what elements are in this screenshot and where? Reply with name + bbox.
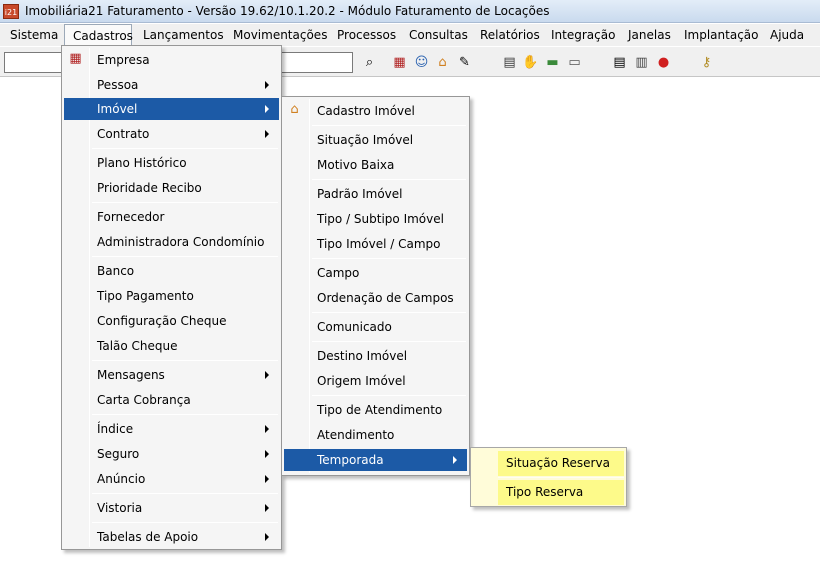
menu-item-administradora-condominio[interactable]: Administradora Condomínio: [64, 231, 279, 253]
printer-icon[interactable]: ▤: [501, 54, 518, 71]
search-input-secondary[interactable]: [278, 52, 353, 73]
menu-item-anuncio[interactable]: Anúncio: [64, 468, 279, 490]
menu-sistema[interactable]: Sistema: [10, 28, 58, 44]
menu-separator: [312, 312, 466, 313]
menu-separator: [312, 179, 466, 180]
chevron-right-icon: [265, 504, 269, 512]
home-icon[interactable]: ⌂: [434, 54, 451, 71]
card-icon[interactable]: ▭: [566, 54, 583, 71]
agenda-icon[interactable]: ▥: [633, 54, 650, 71]
cash-icon[interactable]: ▬: [544, 54, 561, 71]
edit-icon[interactable]: ✎: [456, 54, 473, 71]
menu-processos[interactable]: Processos: [337, 28, 396, 44]
app-icon: i21: [3, 4, 19, 19]
menu-item-imovel[interactable]: Imóvel: [64, 98, 279, 120]
menu-item-situacao-imovel[interactable]: Situação Imóvel: [284, 129, 467, 151]
menu-separator: [312, 258, 466, 259]
menu-item-talao-cheque[interactable]: Talão Cheque: [64, 335, 279, 357]
menu-item-tipo-imovel-campo[interactable]: Tipo Imóvel / Campo: [284, 233, 467, 255]
menu-item-empresa[interactable]: Empresa: [64, 49, 279, 71]
menu-item-destino-imovel[interactable]: Destino Imóvel: [284, 345, 467, 367]
menu-item-mensagens[interactable]: Mensagens: [64, 364, 279, 386]
chevron-right-icon: [265, 81, 269, 89]
menu-separator: [92, 148, 278, 149]
menu-item-seguro[interactable]: Seguro: [64, 443, 279, 465]
menu-item-temporada[interactable]: Temporada: [284, 449, 467, 471]
menu-item-tabelas-de-apoio[interactable]: Tabelas de Apoio: [64, 526, 279, 548]
menu-item-tipo-reserva[interactable]: Tipo Reserva: [498, 481, 624, 503]
menu-item-vistoria[interactable]: Vistoria: [64, 497, 279, 519]
menu-separator: [498, 477, 624, 478]
menu-consultas[interactable]: Consultas: [409, 28, 468, 44]
menu-separator: [92, 414, 278, 415]
menu-item-motivo-baixa[interactable]: Motivo Baixa: [284, 154, 467, 176]
chevron-right-icon: [453, 456, 457, 464]
handshake-icon[interactable]: ✋: [522, 54, 539, 71]
menu-separator: [312, 125, 466, 126]
menu-item-atendimento[interactable]: Atendimento: [284, 424, 467, 446]
menu-cadastros[interactable]: Cadastros: [64, 24, 133, 46]
menu-janelas[interactable]: Janelas: [628, 28, 671, 44]
calculator-icon[interactable]: ▦: [391, 54, 408, 71]
menu-separator: [92, 493, 278, 494]
chevron-right-icon: [265, 475, 269, 483]
user-icon[interactable]: ☺: [413, 54, 430, 71]
menu-item-tipo-pagamento[interactable]: Tipo Pagamento: [64, 285, 279, 307]
menu-item-padrao-imovel[interactable]: Padrão Imóvel: [284, 183, 467, 205]
chevron-right-icon: [265, 533, 269, 541]
menu-separator: [92, 202, 278, 203]
chevron-right-icon: [265, 425, 269, 433]
menu-item-fornecedor[interactable]: Fornecedor: [64, 206, 279, 228]
menu-item-origem-imovel[interactable]: Origem Imóvel: [284, 370, 467, 392]
menu-item-configuracao-cheque[interactable]: Configuração Cheque: [64, 310, 279, 332]
menu-bar: Sistema Cadastros Lançamentos Movimentaç…: [0, 24, 820, 46]
menu-separator: [92, 360, 278, 361]
menu-lancamentos[interactable]: Lançamentos: [143, 28, 224, 44]
menu-item-carta-cobranca[interactable]: Carta Cobrança: [64, 389, 279, 411]
menu-item-tipo-subtipo-imovel[interactable]: Tipo / Subtipo Imóvel: [284, 208, 467, 230]
menu-item-cadastro-imovel[interactable]: Cadastro Imóvel: [284, 100, 467, 122]
menu-integracao[interactable]: Integração: [551, 28, 615, 44]
chevron-right-icon: [265, 130, 269, 138]
temporada-submenu: Situação Reserva Tipo Reserva: [470, 447, 627, 507]
menu-item-indice[interactable]: Índice: [64, 418, 279, 440]
menu-relatorios[interactable]: Relatórios: [480, 28, 540, 44]
imovel-submenu: ⌂ Cadastro Imóvel Situação Imóvel Motivo…: [281, 96, 470, 476]
print-doc-icon[interactable]: ▤: [611, 54, 628, 71]
menu-item-campo[interactable]: Campo: [284, 262, 467, 284]
stop-icon[interactable]: ●: [655, 54, 672, 71]
chevron-right-icon: [265, 105, 269, 113]
menu-separator: [92, 522, 278, 523]
menu-item-tipo-de-atendimento[interactable]: Tipo de Atendimento: [284, 399, 467, 421]
chevron-right-icon: [265, 371, 269, 379]
menu-item-plano-historico[interactable]: Plano Histórico: [64, 152, 279, 174]
title-bar: i21 Imobiliária21 Faturamento - Versão 1…: [0, 0, 820, 23]
menu-implantacao[interactable]: Implantação: [684, 28, 759, 44]
menu-separator: [312, 341, 466, 342]
menu-item-banco[interactable]: Banco: [64, 260, 279, 282]
menu-ajuda[interactable]: Ajuda: [770, 28, 804, 44]
menu-item-comunicado[interactable]: Comunicado: [284, 316, 467, 338]
binoculars-icon[interactable]: ⌕: [361, 54, 378, 71]
cadastros-menu: ▦ Empresa Pessoa Imóvel Contrato Plano H…: [61, 45, 282, 550]
menu-separator: [92, 256, 278, 257]
menu-item-contrato[interactable]: Contrato: [64, 123, 279, 145]
window-title: Imobiliária21 Faturamento - Versão 19.62…: [25, 4, 550, 18]
menu-item-situacao-reserva[interactable]: Situação Reserva: [498, 452, 624, 474]
menu-item-prioridade-recibo[interactable]: Prioridade Recibo: [64, 177, 279, 199]
menu-item-ordenacao-de-campos[interactable]: Ordenação de Campos: [284, 287, 467, 309]
key-icon[interactable]: ⚷: [698, 54, 715, 71]
menu-movimentacoes[interactable]: Movimentações: [233, 28, 327, 44]
menu-item-pessoa[interactable]: Pessoa: [64, 74, 279, 96]
menu-separator: [312, 395, 466, 396]
chevron-right-icon: [265, 450, 269, 458]
search-input[interactable]: [4, 52, 62, 73]
